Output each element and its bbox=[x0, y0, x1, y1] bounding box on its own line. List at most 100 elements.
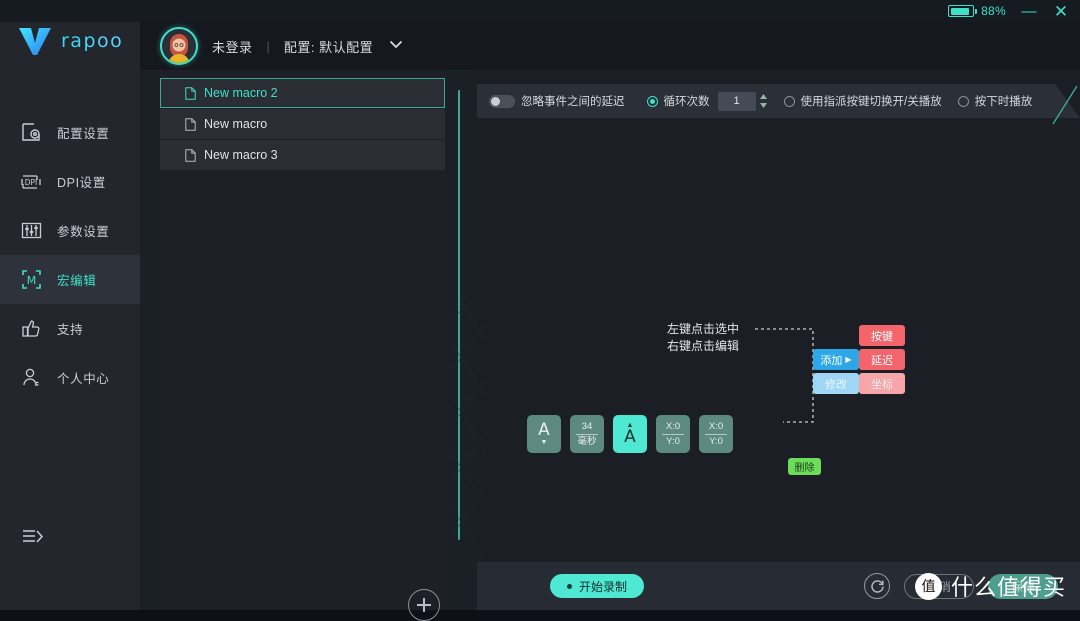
hint-line-1: 左键点击选中 bbox=[667, 322, 740, 336]
file-icon bbox=[185, 148, 196, 162]
file-icon bbox=[185, 86, 196, 100]
editor-toolbar: 忽略事件之间的延迟 循环次数 使用指派按键切换开/关播放 bbox=[477, 84, 1080, 118]
sidebar-item-label: 支持 bbox=[57, 323, 84, 337]
submenu-arrow-icon: ▶ bbox=[845, 355, 852, 364]
loop-count-input[interactable] bbox=[717, 91, 756, 111]
sidebar-item-macro[interactable]: M 宏编辑 bbox=[0, 255, 140, 304]
coord-x: X:0 bbox=[708, 420, 724, 432]
menu-item-key[interactable]: 按键 bbox=[859, 325, 905, 346]
sidebar-item-label: 个人中心 bbox=[57, 372, 110, 386]
config-icon bbox=[20, 122, 42, 144]
key-direction-icon: ▼ bbox=[540, 439, 548, 446]
svg-text:M: M bbox=[26, 274, 36, 287]
scrollbar[interactable] bbox=[458, 90, 460, 540]
watermark: 值 什么值得买 bbox=[914, 570, 1066, 602]
press-play-label: 按下时播放 bbox=[974, 96, 1033, 108]
menu-item-coordinate[interactable]: 坐标 bbox=[859, 373, 905, 394]
press-play-radio[interactable] bbox=[957, 95, 969, 107]
sidebar-item-params[interactable]: 参数设置 bbox=[0, 206, 140, 255]
hint-line-2: 右键点击编辑 bbox=[667, 339, 740, 353]
sidebar-item-label: DPI设置 bbox=[57, 176, 106, 190]
coord-y: Y:0 bbox=[709, 435, 723, 447]
toggle-play-radio[interactable] bbox=[783, 95, 795, 107]
loop-count-radio[interactable] bbox=[646, 95, 658, 107]
event-card-key-down[interactable]: ▲ A bbox=[613, 415, 647, 453]
record-dot-icon bbox=[567, 583, 572, 589]
event-card-key-up[interactable]: A ▼ bbox=[527, 415, 561, 453]
menu-item-label: 添加 bbox=[820, 354, 843, 367]
profile-label: 配置: 默认配置 bbox=[283, 39, 374, 55]
dpi-icon: DPI bbox=[20, 171, 42, 193]
file-icon bbox=[185, 117, 196, 131]
svg-text:DPI: DPI bbox=[25, 178, 38, 187]
sidebar: rapoo 配置设置 DPI DPI设置 参数设置 M 宏编辑 支持 个人中心 bbox=[0, 0, 140, 610]
macro-name: New macro 3 bbox=[204, 148, 278, 162]
battery-icon bbox=[948, 5, 978, 17]
login-status-label: 未登录 bbox=[212, 39, 253, 55]
event-card-delay[interactable]: 34 毫秒 bbox=[570, 415, 604, 453]
sidebar-item-account[interactable]: 个人中心 bbox=[0, 353, 140, 402]
toggle-play-label: 使用指派按键切换开/关播放 bbox=[800, 96, 942, 108]
event-sequence: A ▼ 34 毫秒 ▲ A X:0 Y:0 X:0 Y:0 bbox=[527, 415, 733, 453]
delay-value: 34 bbox=[581, 420, 593, 432]
list-item[interactable]: New macro bbox=[160, 109, 445, 139]
rapoo-v-icon bbox=[19, 28, 51, 55]
content-area: 未登录 | 配置: 默认配置 New macro 2 New macro New… bbox=[140, 22, 1080, 621]
watermark-text: 什么值得买 bbox=[950, 576, 1066, 601]
start-record-label: 开始录制 bbox=[579, 579, 628, 594]
thumbsup-icon bbox=[20, 318, 42, 340]
delete-button[interactable]: 删除 bbox=[788, 458, 821, 475]
event-card-coordinate[interactable]: X:0 Y:0 bbox=[699, 415, 733, 453]
event-key-label: A bbox=[538, 420, 550, 440]
avatar-image bbox=[163, 33, 195, 63]
canvas-hint: 左键点击选中 右键点击编辑 bbox=[667, 321, 739, 355]
stepper-arrows-icon[interactable] bbox=[759, 93, 768, 109]
close-button[interactable]: ✕ bbox=[1052, 3, 1070, 20]
add-macro-button[interactable] bbox=[408, 589, 440, 621]
macro-name: New macro 2 bbox=[204, 86, 278, 100]
macro-icon: M bbox=[20, 269, 42, 291]
loop-count-stepper[interactable] bbox=[717, 91, 768, 111]
menu-item-modify[interactable]: 修改 bbox=[813, 373, 859, 394]
title-bar: 88% — ✕ bbox=[0, 0, 1080, 22]
list-item[interactable]: New macro 2 bbox=[160, 78, 445, 108]
sidebar-item-label: 参数设置 bbox=[57, 225, 110, 239]
account-header: 未登录 | 配置: 默认配置 bbox=[140, 22, 1080, 70]
sidebar-item-label: 配置设置 bbox=[57, 127, 110, 141]
event-card-coordinate[interactable]: X:0 Y:0 bbox=[656, 415, 690, 453]
sidebar-nav: 配置设置 DPI DPI设置 参数设置 M 宏编辑 支持 个人中心 bbox=[0, 108, 140, 402]
battery-percent-label: 88% bbox=[981, 4, 1006, 18]
avatar[interactable] bbox=[160, 27, 198, 65]
menu-item-add[interactable]: 添加 ▶ bbox=[813, 349, 859, 370]
macro-editor-panel: 忽略事件之间的延迟 循环次数 使用指派按键切换开/关播放 bbox=[477, 70, 1080, 610]
ignore-delay-toggle[interactable] bbox=[489, 94, 515, 108]
brand-name: rapoo bbox=[61, 30, 124, 52]
macro-name: New macro bbox=[204, 117, 268, 131]
window-controls: 88% — ✕ bbox=[948, 0, 1070, 22]
coord-x: X:0 bbox=[665, 420, 681, 432]
application-window: 88% — ✕ rapoo 配置设置 DPI DPI设置 参数设置 M 宏编辑 … bbox=[0, 0, 1080, 621]
chevron-down-icon[interactable] bbox=[389, 40, 403, 52]
ignore-delay-label: 忽略事件之间的延迟 bbox=[521, 96, 625, 108]
start-record-button[interactable]: 开始录制 bbox=[550, 574, 645, 598]
person-icon bbox=[20, 367, 42, 389]
coord-y: Y:0 bbox=[666, 435, 680, 447]
refresh-icon[interactable] bbox=[864, 573, 890, 599]
list-item[interactable]: New macro 3 bbox=[160, 140, 445, 170]
sidebar-item-label: 宏编辑 bbox=[57, 274, 97, 288]
menu-item-delay[interactable]: 延迟 bbox=[859, 349, 905, 370]
event-key-label: A bbox=[624, 427, 636, 447]
sidebar-item-support[interactable]: 支持 bbox=[0, 304, 140, 353]
loop-count-label: 循环次数 bbox=[663, 96, 710, 108]
macro-list-panel: New macro 2 New macro New macro 3 bbox=[160, 70, 445, 621]
header-separator: | bbox=[266, 38, 270, 54]
collapse-icon[interactable] bbox=[22, 528, 46, 551]
minimize-button[interactable]: — bbox=[1020, 4, 1038, 19]
sidebar-item-config[interactable]: 配置设置 bbox=[0, 108, 140, 157]
watermark-badge: 值 bbox=[914, 572, 942, 600]
battery-indicator: 88% bbox=[948, 4, 1006, 18]
macro-canvas: 左键点击选中 右键点击编辑 添加 ▶ 修改 按键 延迟 坐标 A ▼ 34 毫秒… bbox=[477, 118, 1080, 562]
sidebar-item-dpi[interactable]: DPI DPI设置 bbox=[0, 157, 140, 206]
sliders-icon bbox=[20, 220, 42, 242]
delay-unit: 毫秒 bbox=[577, 435, 597, 447]
